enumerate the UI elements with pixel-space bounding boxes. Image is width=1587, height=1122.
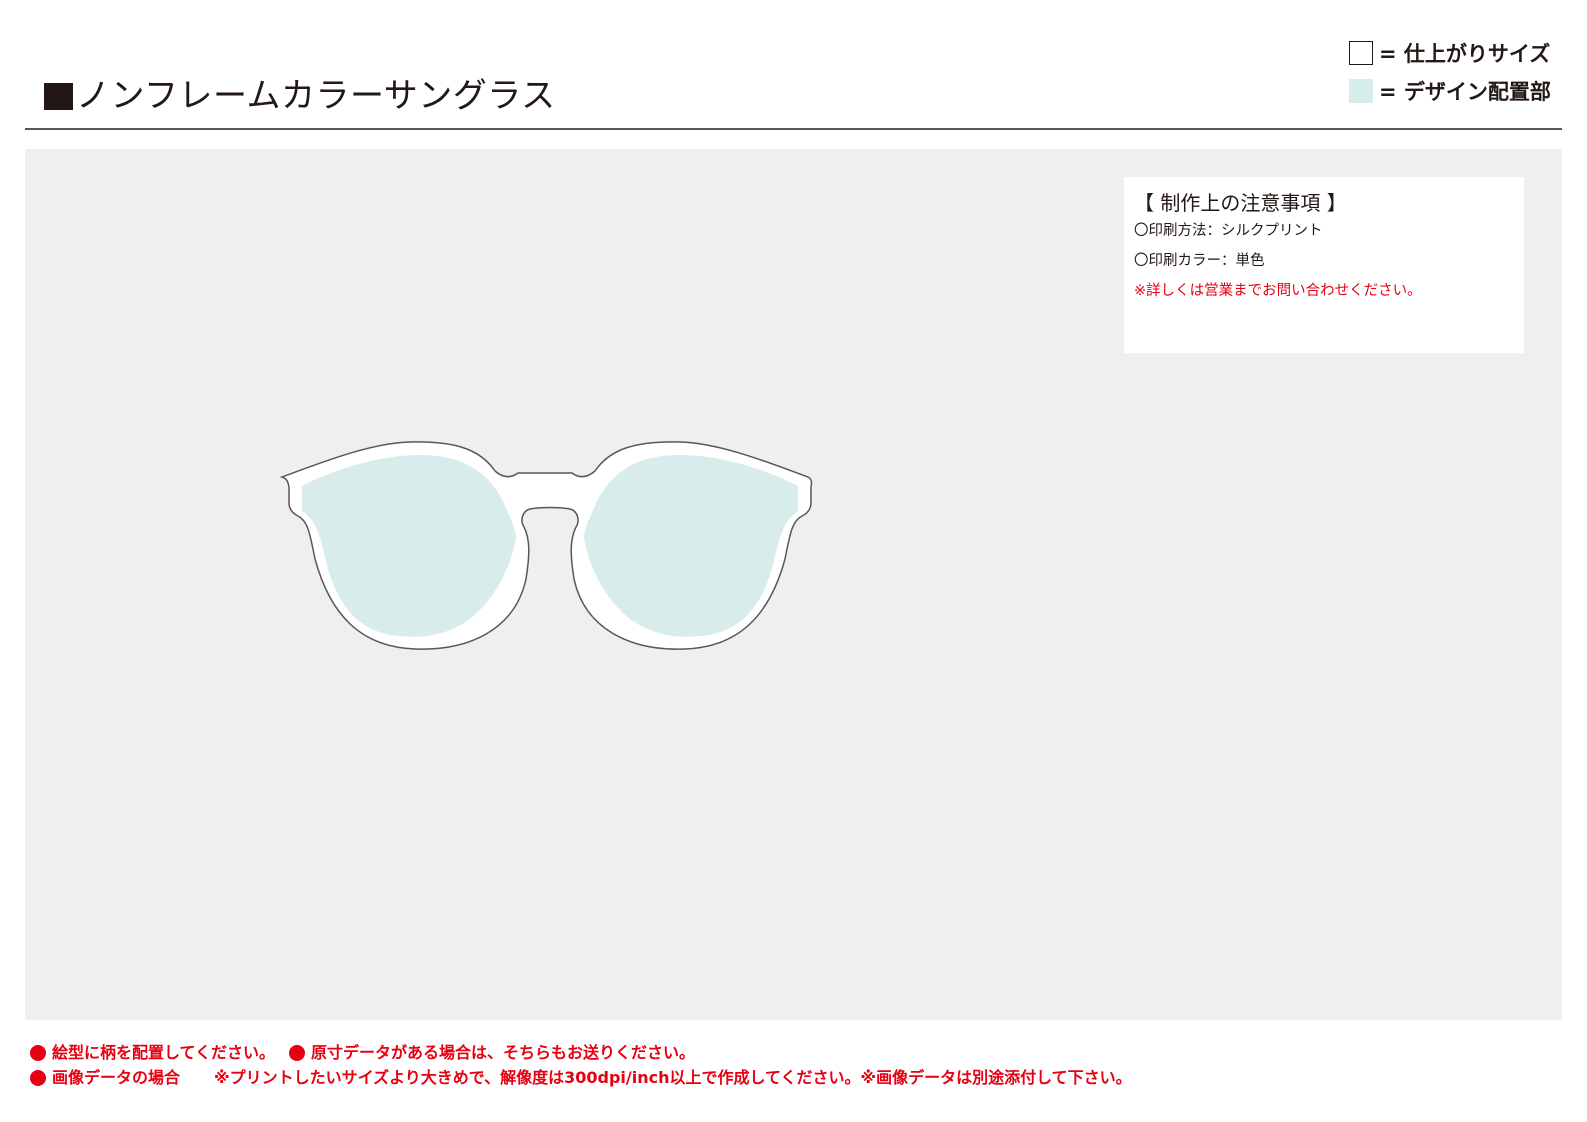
notes-print-color: 〇印刷カラー：単色 [1134, 253, 1265, 269]
footer-row-1: 絵型に柄を配置してください。 原寸データがある場合は、そちらもお送りください。 [30, 1040, 1132, 1065]
page-title-text: ノンフレームカラーサングラス [76, 76, 556, 116]
legend-label-finish-size: = 仕上がりサイズ [1379, 42, 1551, 66]
footer-note-place-pattern: 絵型に柄を配置してください。 [52, 1043, 276, 1062]
bullet-icon [289, 1044, 306, 1061]
sunglasses-template [280, 441, 813, 650]
notes-title: 【 制作上の注意事項 】 [1134, 191, 1347, 215]
bullet-icon [30, 1044, 46, 1061]
legend-label-design-area: = デザイン配置部 [1379, 80, 1551, 104]
footer-notes: 絵型に柄を配置してください。 原寸データがある場合は、そちらもお送りください。 … [30, 1040, 1132, 1090]
footer-note-resolution: ※プリントしたいサイズより大きめで、解像度は300dpi/inch以上で作成して… [214, 1068, 1132, 1087]
title-square-icon [44, 82, 73, 110]
page-title: ノンフレームカラーサングラス [44, 76, 556, 116]
footer-note-original-data: 原寸データがある場合は、そちらもお送りください。 [311, 1043, 696, 1062]
finish-size-swatch-icon [1349, 41, 1373, 65]
design-canvas: 【 制作上の注意事項 】 〇印刷方法：シルクプリント 〇印刷カラー：単色 ※詳し… [25, 149, 1562, 1020]
footer-note-image-data: 画像データの場合 [52, 1068, 181, 1087]
footer-row-2: 画像データの場合 ※プリントしたいサイズより大きめで、解像度は300dpi/in… [30, 1065, 1132, 1090]
header-divider [25, 128, 1562, 130]
design-area-swatch-icon [1349, 79, 1373, 103]
legend: = 仕上がりサイズ = デザイン配置部 [1349, 40, 1551, 116]
legend-item-finish-size: = 仕上がりサイズ [1349, 40, 1551, 66]
production-notes: 【 制作上の注意事項 】 〇印刷方法：シルクプリント 〇印刷カラー：単色 ※詳し… [1124, 177, 1524, 353]
notes-print-method: 〇印刷方法：シルクプリント [1134, 223, 1323, 239]
bullet-icon [30, 1069, 46, 1086]
notes-warning: ※詳しくは営業までお問い合わせください。 [1134, 283, 1422, 299]
legend-item-design-area: = デザイン配置部 [1349, 78, 1551, 104]
